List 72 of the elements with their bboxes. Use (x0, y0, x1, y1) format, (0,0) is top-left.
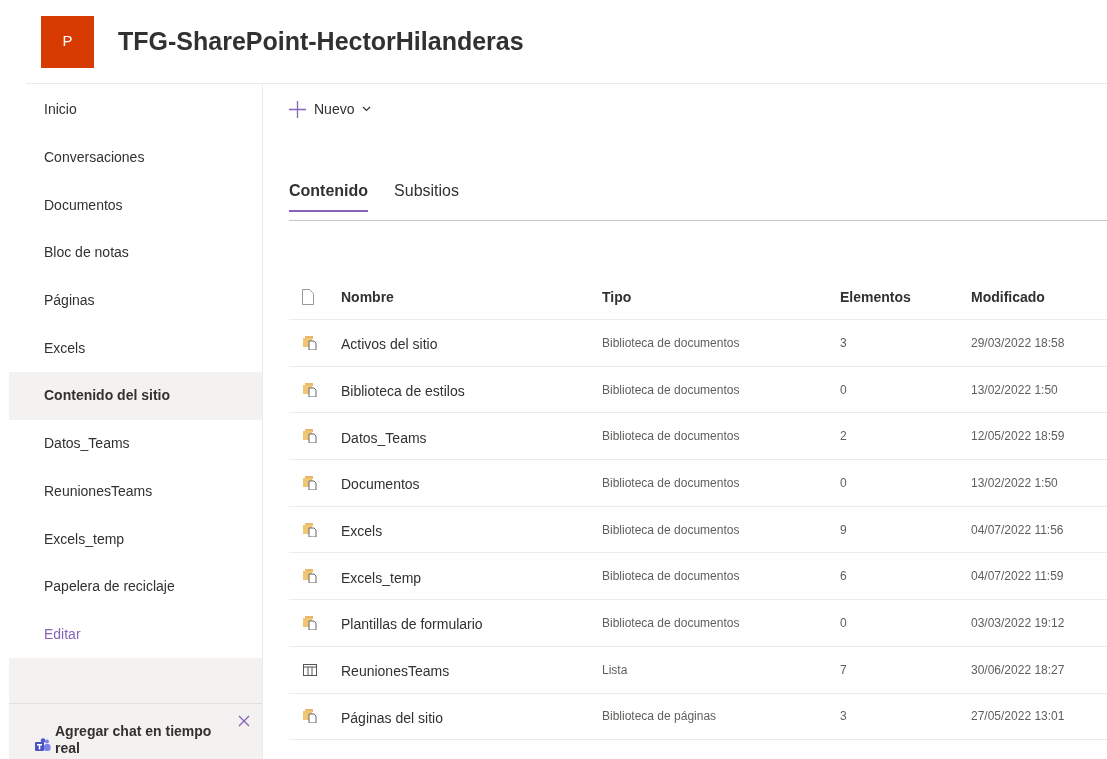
teams-icon (35, 738, 51, 753)
nav-item[interactable]: Conversaciones (9, 133, 262, 182)
site-title: TFG-SharePoint-HectorHilanderas (118, 25, 524, 57)
table-cell-text: 29/03/2022 18:58 (971, 334, 1065, 352)
table-cell-text: 0 (840, 474, 848, 492)
list-icon (303, 663, 317, 676)
table-cell-text: Biblioteca de documentos (602, 428, 741, 446)
item-name-link[interactable]: Excels (341, 517, 602, 543)
table-cell-text: Lista (602, 661, 629, 679)
table-cell-text: 3 (840, 334, 848, 352)
library-icon (303, 429, 317, 444)
table-cell-text: Biblioteca de documentos (602, 381, 741, 399)
table-cell-text: 0 (840, 381, 848, 399)
table-cell-text: Biblioteca de documentos (602, 474, 741, 492)
item-name-link[interactable]: Datos_Teams (341, 423, 602, 449)
nav-item[interactable]: Contenido del sitio (9, 372, 262, 420)
table-cell-text: 03/03/2022 19:12 (971, 614, 1065, 632)
table-cell-text: 9 (840, 521, 848, 539)
table-cell-text: 27/05/2022 13:01 (971, 708, 1065, 726)
nav-item[interactable]: Excels (9, 324, 262, 373)
nav-item[interactable]: Páginas (9, 276, 262, 325)
column-header[interactable]: Nombre (341, 286, 602, 308)
tab[interactable]: Subsitios (394, 178, 459, 212)
table-cell-text: Biblioteca de páginas (602, 708, 718, 726)
library-icon (303, 522, 317, 537)
library-icon (303, 615, 317, 630)
library-icon (303, 569, 317, 584)
table-cell-text: Biblioteca de documentos (602, 614, 741, 632)
document-icon (302, 289, 314, 305)
column-header[interactable]: Modificado (971, 286, 1045, 308)
table-cell-text: Biblioteca de documentos (602, 521, 741, 539)
library-icon (303, 382, 317, 397)
table-cell-text: Biblioteca de documentos (602, 334, 741, 352)
close-icon[interactable] (238, 715, 250, 727)
chevron-down-icon (362, 106, 372, 112)
table-cell-text: 3 (840, 708, 848, 726)
item-name-link[interactable]: Documentos (341, 470, 602, 496)
table-cell-text: 04/07/2022 11:56 (971, 521, 1064, 539)
item-name-link[interactable]: Plantillas de formulario (341, 610, 602, 636)
nav-item[interactable]: Documentos (9, 181, 262, 230)
nav-item[interactable]: Papelera de reciclaje (9, 562, 262, 611)
library-icon (303, 335, 317, 350)
new-button[interactable]: Nuevo (289, 98, 372, 120)
library-icon (303, 475, 317, 490)
column-header[interactable]: Elementos (840, 286, 971, 308)
nav-item[interactable]: Bloc de notas (9, 229, 262, 277)
column-header[interactable]: Tipo (602, 286, 840, 308)
item-name-link[interactable]: Activos del sitio (341, 330, 602, 356)
nav-item[interactable]: Excels_temp (9, 515, 262, 563)
nav-item[interactable]: Inicio (9, 86, 262, 134)
tab[interactable]: Contenido (289, 178, 369, 212)
item-name-link[interactable]: Excels_temp (341, 563, 602, 589)
library-icon (303, 709, 317, 724)
table-cell-text: 6 (840, 568, 848, 586)
table-cell-text: 2 (840, 428, 848, 446)
table-cell-text: 13/02/2022 1:50 (971, 381, 1058, 399)
item-name-link[interactable]: Páginas del sitio (341, 703, 602, 729)
table-cell-text: 0 (840, 614, 848, 632)
plus-icon (289, 100, 306, 118)
table-cell-text: Biblioteca de documentos (602, 568, 741, 586)
nav-item[interactable]: ReunionesTeams (9, 467, 262, 516)
chat-banner-text: Agregar chat en tiempo real (55, 723, 213, 757)
table-cell-text: 13/02/2022 1:50 (971, 474, 1058, 492)
table-cell-text: 30/06/2022 18:27 (971, 661, 1065, 679)
site-logo: P (41, 15, 94, 68)
item-name-link[interactable]: Biblioteca de estilos (341, 377, 602, 403)
table-cell-text: 12/05/2022 18:59 (971, 428, 1065, 446)
table-cell-text: 7 (840, 661, 848, 679)
nav-item[interactable]: Datos_Teams (9, 419, 262, 468)
edit-link[interactable]: Editar (44, 623, 81, 645)
table-cell-text: 04/07/2022 11:59 (971, 568, 1064, 586)
item-name-link[interactable]: ReunionesTeams (341, 657, 602, 683)
